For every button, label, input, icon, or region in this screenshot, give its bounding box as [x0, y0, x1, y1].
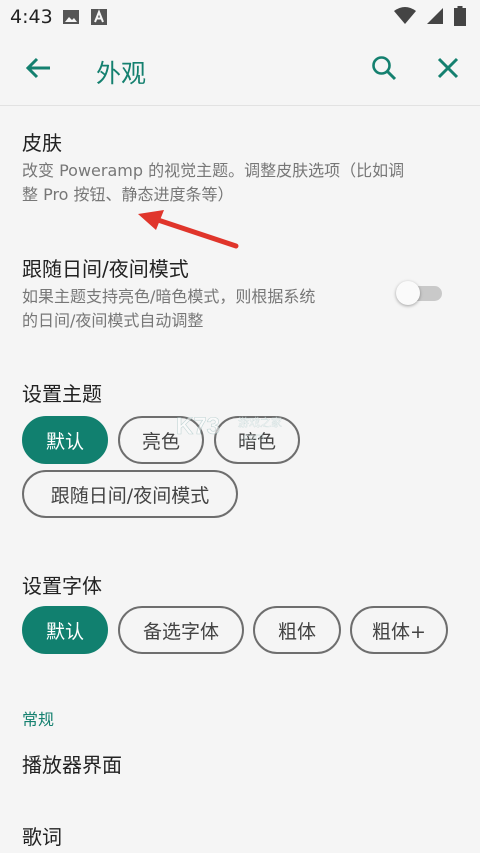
arrow-left-icon — [24, 56, 52, 84]
lyrics-setting[interactable]: 歌词 — [22, 824, 462, 850]
watermark-logo: K73 游戏之家 .com — [176, 410, 306, 444]
battery-icon — [454, 6, 466, 30]
font-chip-default[interactable]: 默认 — [22, 606, 108, 654]
follow-day-night-setting[interactable]: 跟随日间/夜间模式 如果主题支持亮色/暗色模式，则根据系统 的日间/夜间模式自动… — [22, 256, 382, 333]
back-button[interactable] — [18, 52, 58, 88]
follow-day-night-title: 跟随日间/夜间模式 — [22, 257, 189, 281]
font-label: 设置字体 — [22, 574, 102, 598]
toggle-thumb — [396, 281, 420, 305]
wifi-icon — [394, 7, 416, 29]
close-icon — [437, 57, 459, 83]
theme-label: 设置主题 — [22, 382, 102, 406]
signal-icon — [426, 7, 444, 29]
lyrics-title: 歌词 — [22, 825, 62, 849]
skin-setting[interactable]: 皮肤 改变 Poweramp 的视觉主题。调整皮肤选项（比如调 整 Pro 按钮… — [22, 130, 462, 207]
theme-chip-default[interactable]: 默认 — [22, 416, 108, 464]
status-bar: 4:43 — [0, 0, 480, 34]
skin-subtitle-line2: 整 Pro 按钮、静态进度条等） — [22, 185, 234, 204]
font-chip-bold-plus[interactable]: 粗体+ — [350, 606, 448, 654]
general-category-header: 常规 — [22, 710, 55, 729]
skin-title: 皮肤 — [22, 131, 62, 155]
image-icon — [62, 8, 80, 26]
page-title: 外观 — [96, 59, 147, 88]
status-time: 4:43 — [10, 6, 53, 28]
font-chip-alternate[interactable]: 备选字体 — [118, 606, 244, 654]
skin-subtitle-line1: 改变 Poweramp 的视觉主题。调整皮肤选项（比如调 — [22, 161, 405, 180]
app-bar: 外观 — [0, 34, 480, 106]
player-ui-setting[interactable]: 播放器界面 — [22, 752, 462, 778]
svg-text:.com: .com — [240, 432, 265, 443]
a-box-icon — [90, 8, 108, 26]
theme-chip-follow-day-night[interactable]: 跟随日间/夜间模式 — [22, 470, 238, 518]
svg-text:游戏之家: 游戏之家 — [238, 415, 282, 429]
follow-day-night-toggle[interactable] — [396, 280, 446, 306]
status-icons-right — [394, 6, 466, 30]
font-chip-bold[interactable]: 粗体 — [253, 606, 341, 654]
search-icon — [371, 55, 397, 85]
annotation-arrow-icon — [138, 210, 239, 249]
player-ui-title: 播放器界面 — [22, 753, 122, 777]
svg-text:K73: K73 — [176, 413, 220, 440]
follow-day-night-subtitle-line2: 的日间/夜间模式自动调整 — [22, 311, 204, 330]
close-button[interactable] — [428, 50, 468, 90]
follow-day-night-subtitle-line1: 如果主题支持亮色/暗色模式，则根据系统 — [22, 287, 316, 306]
search-button[interactable] — [362, 50, 406, 90]
